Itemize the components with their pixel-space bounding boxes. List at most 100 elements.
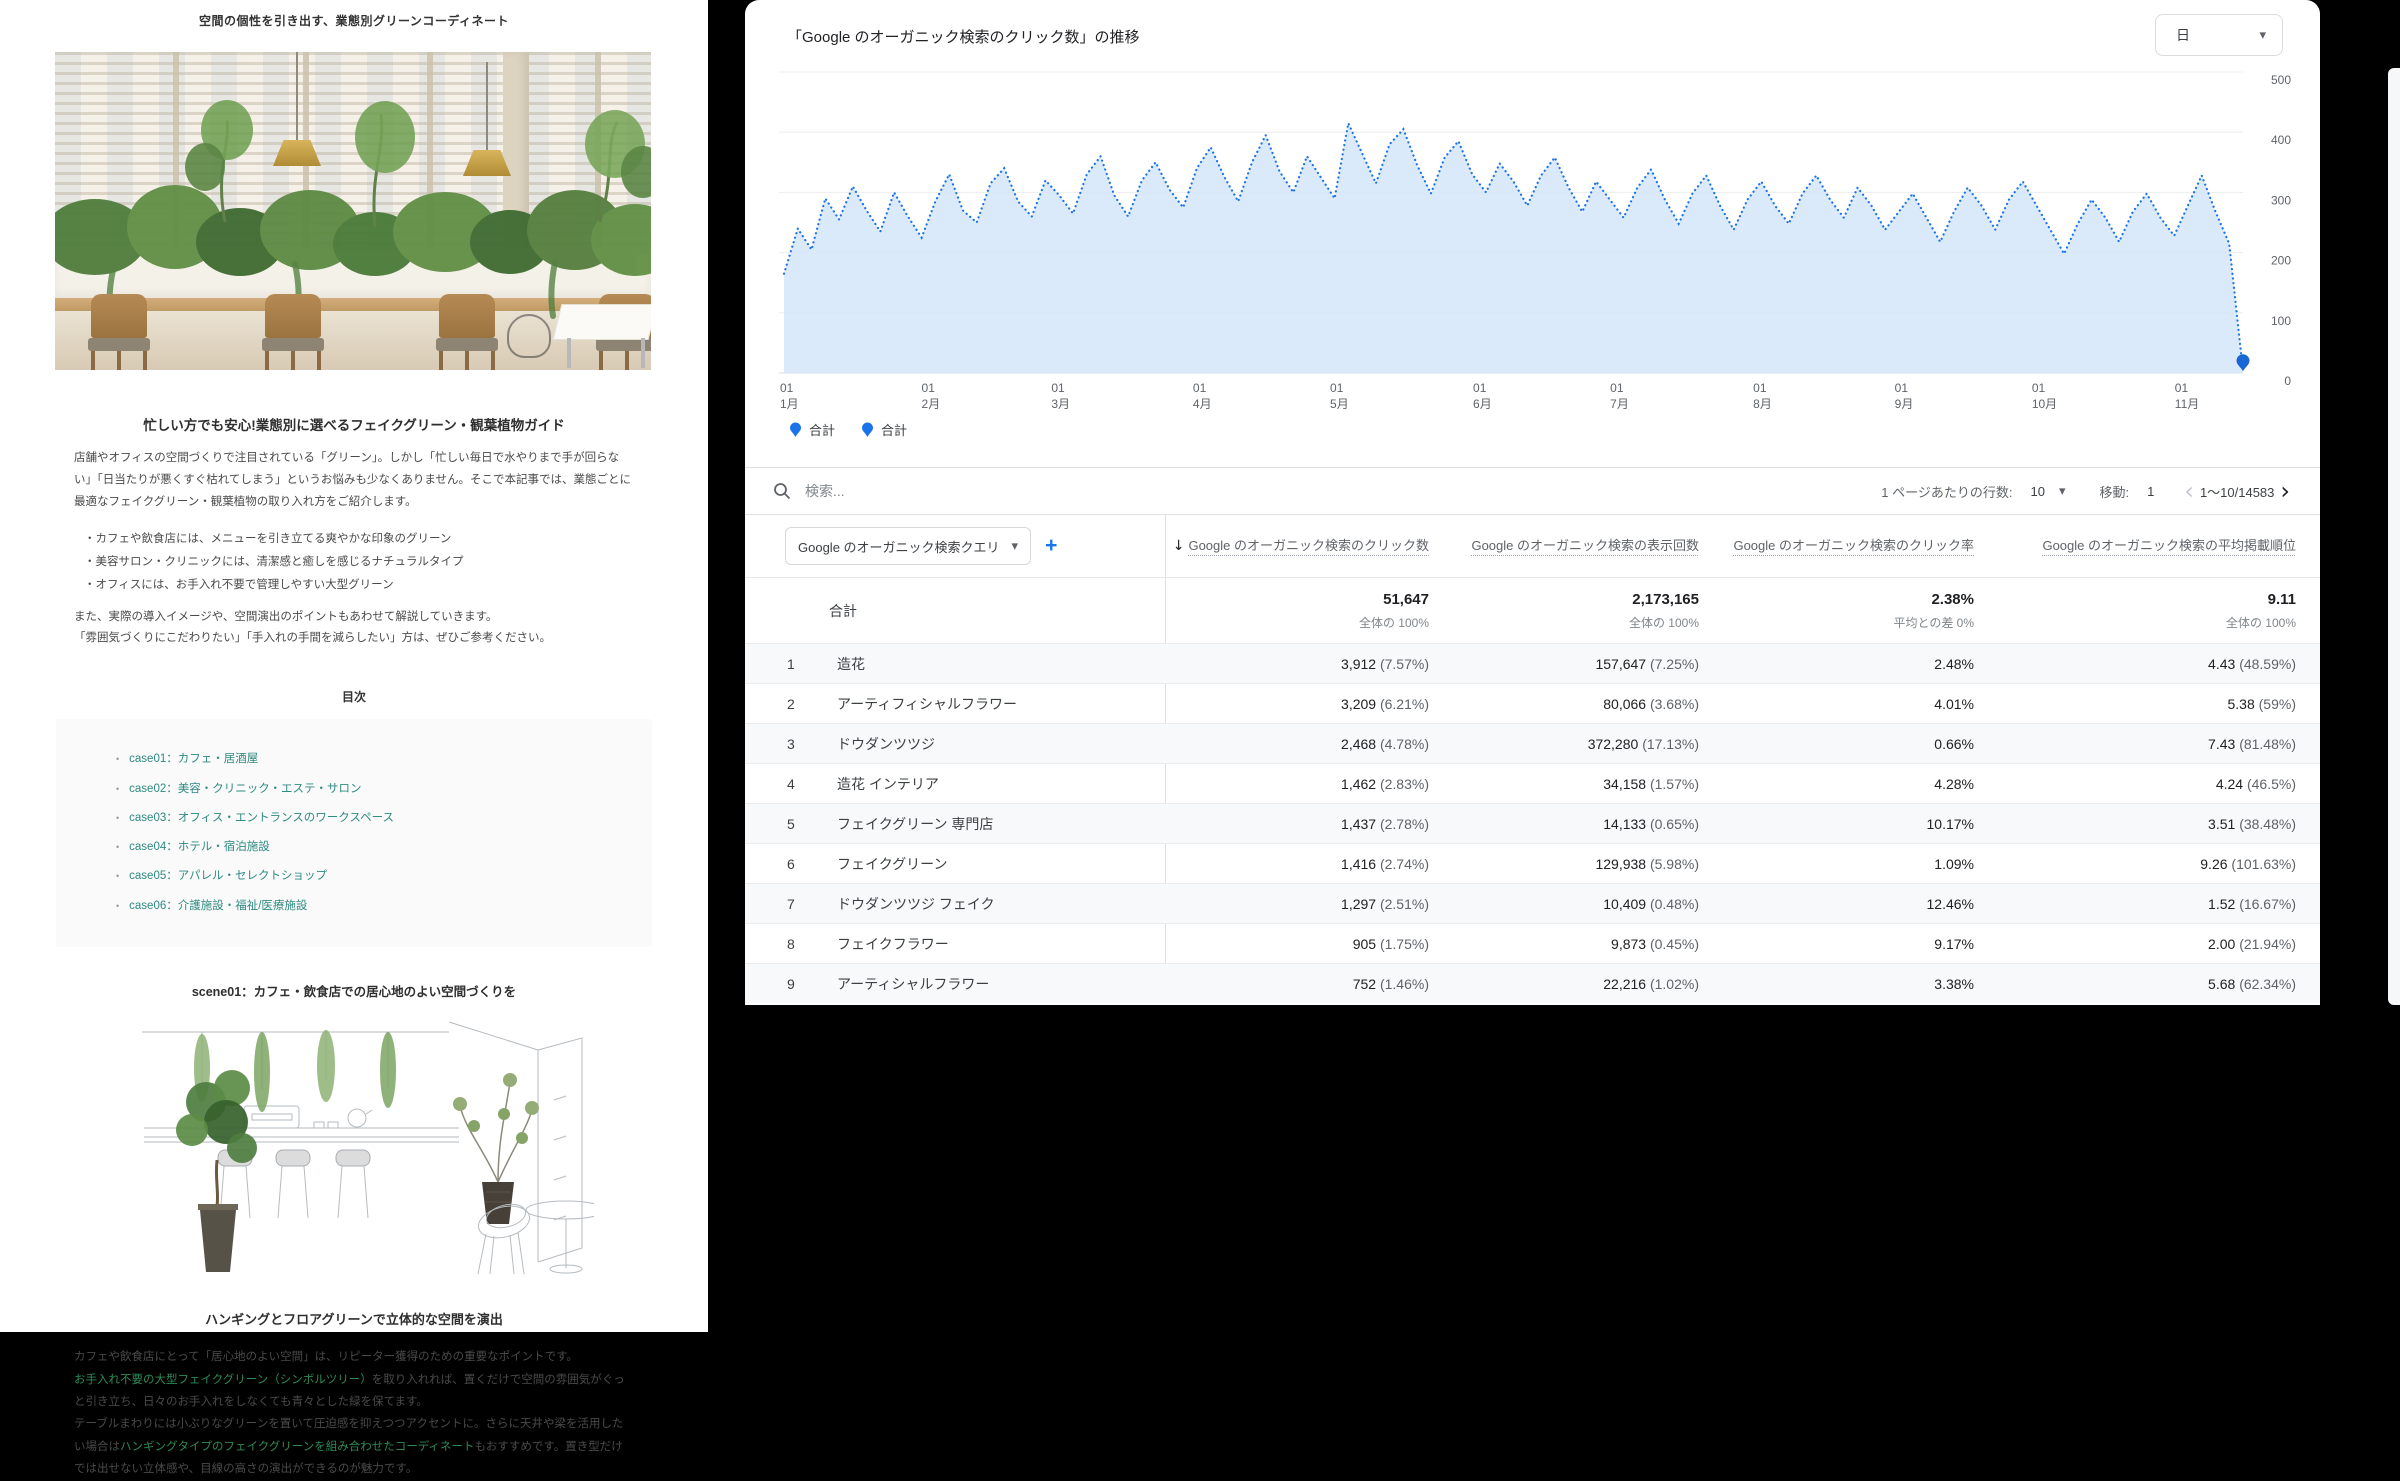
toc-link[interactable]: case04：ホテル・宿泊施設 xyxy=(129,841,270,853)
row-number: 5 xyxy=(787,816,807,832)
row-number: 2 xyxy=(787,696,807,712)
table-row: 5フェイクグリーン 専門店 1,437 (2.78%) 14,133 (0.65… xyxy=(745,803,2320,843)
column-header-position[interactable]: Google のオーガニック検索の平均掲載順位 xyxy=(1990,536,2320,556)
svg-text:01: 01 xyxy=(1193,381,1207,395)
toc-item: case03：オフィス・エントランスのワークスペース xyxy=(116,804,652,833)
wooden-chair xyxy=(265,294,321,370)
table-leg xyxy=(567,338,571,368)
legend-item: 合計 xyxy=(789,420,835,439)
inline-link[interactable]: ハンギングタイプのフェイクグリーンを組み合わせたコーディネート xyxy=(120,1441,474,1453)
search-input[interactable]: 検索... xyxy=(773,481,1881,501)
wooden-chair xyxy=(439,294,495,370)
table-row: 2アーティフィシャルフラワー 3,209 (6.21%) 80,066 (3.6… xyxy=(745,683,2320,723)
column-header-impressions[interactable]: Google のオーガニック検索の表示回数 xyxy=(1445,536,1715,556)
clicks-pct: (1.46%) xyxy=(1380,976,1429,992)
subsection-heading: ハンギングとフロアグリーンで立体的な空間を演出 xyxy=(0,1309,708,1328)
bullet-item: ・オフィスには、お手入れ不要で管理しやすい大型グリーン xyxy=(84,574,624,597)
position-value: 5.68 xyxy=(2208,976,2235,992)
clicks-pct: (1.75%) xyxy=(1380,936,1429,952)
clicks-pct: (2.78%) xyxy=(1380,816,1429,832)
search-placeholder: 検索... xyxy=(805,481,845,501)
ctr-value: 0.66% xyxy=(1934,736,1974,752)
svg-text:01: 01 xyxy=(1051,381,1065,395)
period-dropdown[interactable]: 日 ▾ xyxy=(2155,14,2283,56)
total-position: 9.11 xyxy=(1990,591,2296,608)
total-position-sub: 全体の 100% xyxy=(1990,614,2296,631)
total-impressions-sub: 全体の 100% xyxy=(1445,614,1699,631)
clicks-value: 1,297 xyxy=(1341,896,1376,912)
impressions-value: 9,873 xyxy=(1611,936,1646,952)
table-row: 9アーティシャルフラワー 752 (1.46%) 22,216 (1.02%) … xyxy=(745,963,2320,1003)
total-clicks-sub: 全体の 100% xyxy=(1165,614,1429,631)
paragraph-text: カフェや飲食店にとって「居心地のよい空間」は、リピーター獲得のための重要なポイン… xyxy=(74,1351,578,1363)
ctr-value: 2.48% xyxy=(1934,656,1974,672)
query-text: ドウダンツツジ フェイク xyxy=(837,896,995,912)
clicks-value: 3,209 xyxy=(1341,696,1376,712)
table-row: 8フェイクフラワー 905 (1.75%) 9,873 (0.45%) 9.17… xyxy=(745,923,2320,963)
ctr-value: 12.46% xyxy=(1927,896,1974,912)
column-header-clicks[interactable]: ↓Google のオーガニック検索のクリック数 xyxy=(1165,536,1445,557)
query-text: 造花 インテリア xyxy=(837,776,939,792)
period-dropdown-value: 日 xyxy=(2176,25,2190,45)
ctr-value: 10.17% xyxy=(1927,816,1974,832)
total-ctr: 2.38% xyxy=(1715,591,1974,608)
position-pct: (62.34%) xyxy=(2239,976,2296,992)
position-value: 1.52 xyxy=(2208,896,2235,912)
query-text: フェイクフラワー xyxy=(837,936,949,952)
section-paragraph: また、実際の導入イメージや、空間演出のポイントもあわせて解説していきます。 「雰… xyxy=(74,607,634,651)
inline-link[interactable]: お手入れ不要の大型フェイクグリーン（シンボルツリー） xyxy=(74,1374,372,1386)
chevron-down-icon: ▾ xyxy=(1012,538,1019,554)
wire-chair xyxy=(507,314,551,358)
clicks-pct: (2.51%) xyxy=(1380,896,1429,912)
impressions-pct: (0.65%) xyxy=(1650,816,1699,832)
rows-per-page-value[interactable]: 10 xyxy=(2030,484,2044,499)
toc-heading: 目次 xyxy=(0,688,708,705)
position-value: 2.00 xyxy=(2208,936,2235,952)
table-row: 6フェイクグリーン 1,416 (2.74%) 129,938 (5.98%) … xyxy=(745,843,2320,883)
chevron-down-icon[interactable]: ▾ xyxy=(2059,483,2066,499)
position-pct: (16.67%) xyxy=(2239,896,2296,912)
svg-text:11月: 11月 xyxy=(2175,397,2199,411)
column-header-ctr[interactable]: Google のオーガニック検索のクリック率 xyxy=(1715,536,1990,556)
position-value: 3.51 xyxy=(2208,816,2235,832)
impressions-pct: (0.48%) xyxy=(1650,896,1699,912)
clicks-pct: (2.74%) xyxy=(1380,856,1429,872)
toc-link[interactable]: case06：介護施設・福祉/医療施設 xyxy=(129,900,307,912)
svg-text:01: 01 xyxy=(780,381,794,395)
clicks-value: 1,437 xyxy=(1341,816,1376,832)
toc-item: case06：介護施設・福祉/医療施設 xyxy=(116,892,652,921)
ctr-value: 1.09% xyxy=(1934,856,1974,872)
goto-page-value[interactable]: 1 xyxy=(2147,484,2154,499)
row-number: 3 xyxy=(787,736,807,752)
position-value: 5.38 xyxy=(2228,696,2255,712)
toc-item: case01：カフェ・居酒屋 xyxy=(116,745,652,774)
svg-text:01: 01 xyxy=(1330,381,1344,395)
next-page-icon[interactable]: › xyxy=(2274,479,2296,503)
impressions-value: 129,938 xyxy=(1595,856,1646,872)
svg-text:9月: 9月 xyxy=(1895,397,1914,411)
prev-page-icon[interactable]: ‹ xyxy=(2178,479,2200,503)
impressions-pct: (3.68%) xyxy=(1650,696,1699,712)
section-paragraph: 店舗やオフィスの空間づくりで注目されている「グリーン」。しかし「忙しい毎日で水や… xyxy=(74,448,634,514)
toc-link[interactable]: case01：カフェ・居酒屋 xyxy=(129,753,258,765)
row-number: 1 xyxy=(787,656,807,672)
toc-box: case01：カフェ・居酒屋 case02：美容・クリニック・エステ・サロン c… xyxy=(56,719,652,947)
toc-link[interactable]: case05：アパレル・セレクトショップ xyxy=(129,870,327,882)
legend-label: 合計 xyxy=(881,420,907,439)
impressions-value: 80,066 xyxy=(1603,696,1646,712)
impressions-value: 22,216 xyxy=(1603,976,1646,992)
chevron-down-icon: ▾ xyxy=(2259,27,2266,43)
position-pct: (46.5%) xyxy=(2247,776,2296,792)
table-row: 7ドウダンツツジ フェイク 1,297 (2.51%) 10,409 (0.48… xyxy=(745,883,2320,923)
toc-link[interactable]: case02：美容・クリニック・エステ・サロン xyxy=(129,783,361,795)
toc-link[interactable]: case03：オフィス・エントランスのワークスペース xyxy=(129,812,394,824)
add-dimension-button[interactable]: + xyxy=(1045,534,1057,557)
position-pct: (81.48%) xyxy=(2239,736,2296,752)
impressions-pct: (1.57%) xyxy=(1650,776,1699,792)
total-ctr-sub: 平均との差 0% xyxy=(1715,614,1974,631)
row-number: 8 xyxy=(787,936,807,952)
dimension-selector[interactable]: Google のオーガニック検索クエリ ▾ xyxy=(785,527,1031,565)
position-pct: (59%) xyxy=(2259,696,2296,712)
svg-text:2月: 2月 xyxy=(922,397,941,411)
query-text: フェイクグリーン 専門店 xyxy=(837,816,993,832)
